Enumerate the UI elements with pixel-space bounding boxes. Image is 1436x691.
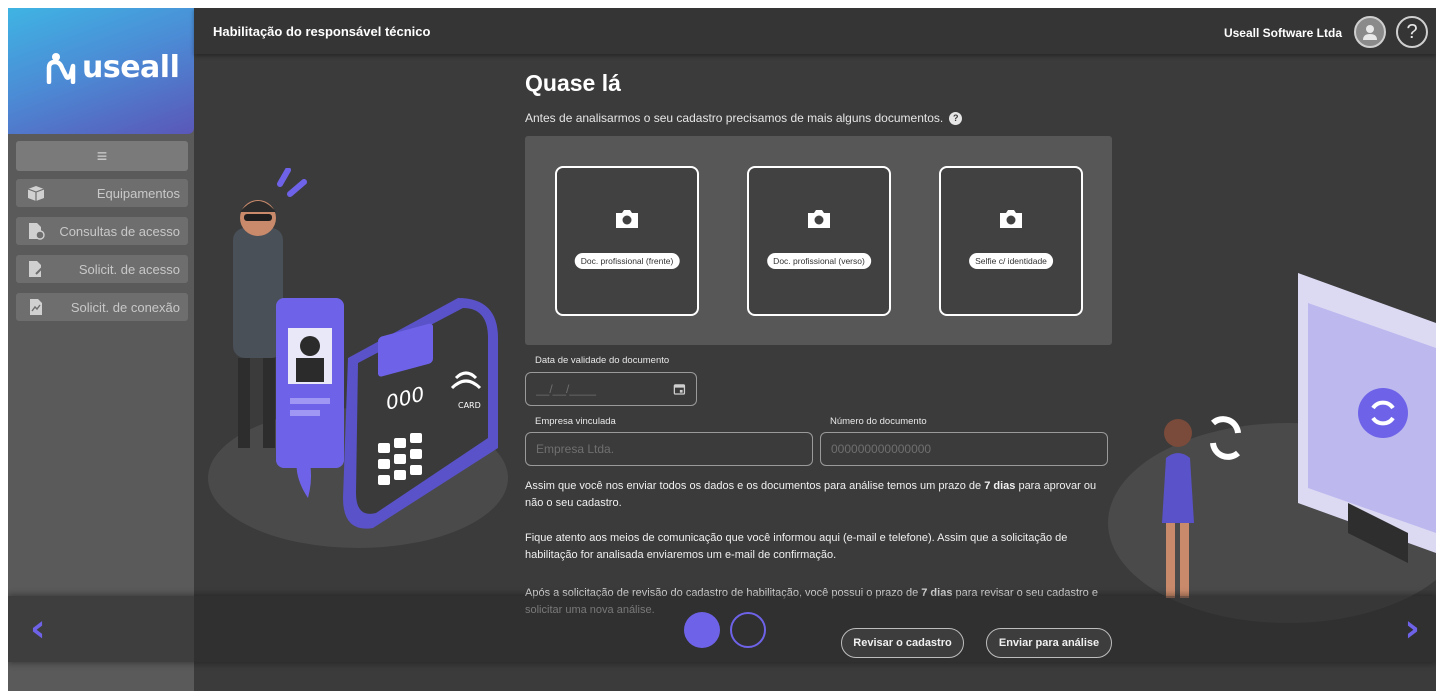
step-indicator-2[interactable] [730, 612, 766, 648]
useall-logo[interactable]: useall [46, 50, 180, 85]
info-paragraph-deadline: Assim que você nos enviar todos os dados… [525, 480, 1097, 509]
main-title: Quase lá [525, 70, 621, 96]
company-name: Useall Software Ltda [1223, 26, 1342, 40]
box-icon [27, 186, 45, 201]
camera-icon [616, 210, 638, 228]
card-label: CARD [458, 401, 481, 410]
user-icon [1363, 25, 1377, 40]
calendar-icon[interactable] [673, 382, 686, 396]
review-button[interactable]: Revisar o cadastro [841, 628, 964, 658]
file-check-icon [29, 223, 45, 240]
sidebar-item-label: Consultas de acesso [59, 223, 180, 239]
sidebar-item-solicit-acesso[interactable]: Solicit. de acesso [16, 255, 188, 283]
info-paragraph-communication: Fique atento aos meios de comunicação qu… [525, 532, 1068, 561]
main-subtitle: Antes de analisarmos o seu cadastro prec… [525, 111, 963, 125]
validity-date-input[interactable] [536, 382, 674, 396]
next-arrow-icon[interactable]: › [1404, 609, 1420, 647]
info-help-icon[interactable]: ? [949, 111, 963, 125]
logo-text: useall [82, 50, 180, 85]
doc-number-label: Número do documento [830, 416, 927, 427]
hamburger-icon: ≡ [96, 145, 108, 166]
company-field-label: Empresa vinculada [535, 416, 616, 427]
doc-number-input[interactable] [831, 442, 1097, 456]
help-button[interactable]: ? [1396, 16, 1428, 48]
validity-label: Data de validade do documento [535, 355, 670, 366]
logo-area: useall [8, 8, 194, 134]
upload-label: Doc. profissional (verso) [767, 253, 871, 269]
upload-doc-back[interactable]: Doc. profissional (verso) [747, 166, 891, 316]
camera-icon [1000, 210, 1022, 228]
avatar[interactable] [1354, 16, 1386, 48]
help-icon: ? [1406, 20, 1418, 43]
upload-selfie[interactable]: Selfie c/ identidade [939, 166, 1083, 316]
menu-toggle-button[interactable]: ≡ [16, 141, 188, 171]
upload-label: Doc. profissional (frente) [574, 253, 680, 269]
previous-arrow-icon[interactable]: ‹ [30, 609, 46, 647]
document-upload-panel: Doc. profissional (frente) Doc. profissi… [525, 136, 1112, 345]
wizard-navigation-bar [8, 596, 1436, 662]
doc-number-field[interactable] [820, 432, 1108, 466]
sidebar-item-label: Solicit. de acesso [78, 261, 180, 277]
app-window: useall ≡ Equipamentos Consultas de acess… [8, 8, 1436, 691]
sidebar-item-consultas[interactable]: Consultas de acesso [16, 217, 188, 245]
upload-label: Selfie c/ identidade [969, 253, 1053, 269]
page-title: Habilitação do responsável técnico [213, 24, 431, 39]
subtitle-text: Antes de analisarmos o seu cadastro prec… [525, 111, 944, 125]
upload-doc-front[interactable]: Doc. profissional (frente) [555, 166, 699, 316]
file-edit-icon [29, 261, 45, 277]
sidebar-item-equipamentos[interactable]: Equipamentos [16, 179, 188, 207]
security-terminal-illustration: 000 CARD [208, 168, 508, 548]
company-field[interactable] [525, 432, 813, 466]
validity-date-field[interactable] [525, 372, 697, 406]
sidebar-item-label: Equipamentos [96, 185, 180, 201]
company-input[interactable] [536, 442, 802, 456]
step-indicator-1-active[interactable] [684, 612, 720, 648]
sidebar-item-label: Solicit. de conexão [70, 299, 180, 315]
useall-logo-icon [46, 52, 76, 84]
top-header: Habilitação do responsável técnico Useal… [194, 8, 1436, 54]
sidebar-item-solicit-conexao[interactable]: Solicit. de conexão [16, 293, 188, 321]
sidebar: useall ≡ Equipamentos Consultas de acess… [8, 8, 194, 691]
monitor-sync-illustration [1108, 273, 1436, 623]
submit-for-analysis-button[interactable]: Enviar para análise [986, 628, 1112, 658]
file-chart-icon [30, 299, 42, 315]
camera-icon [808, 210, 830, 228]
